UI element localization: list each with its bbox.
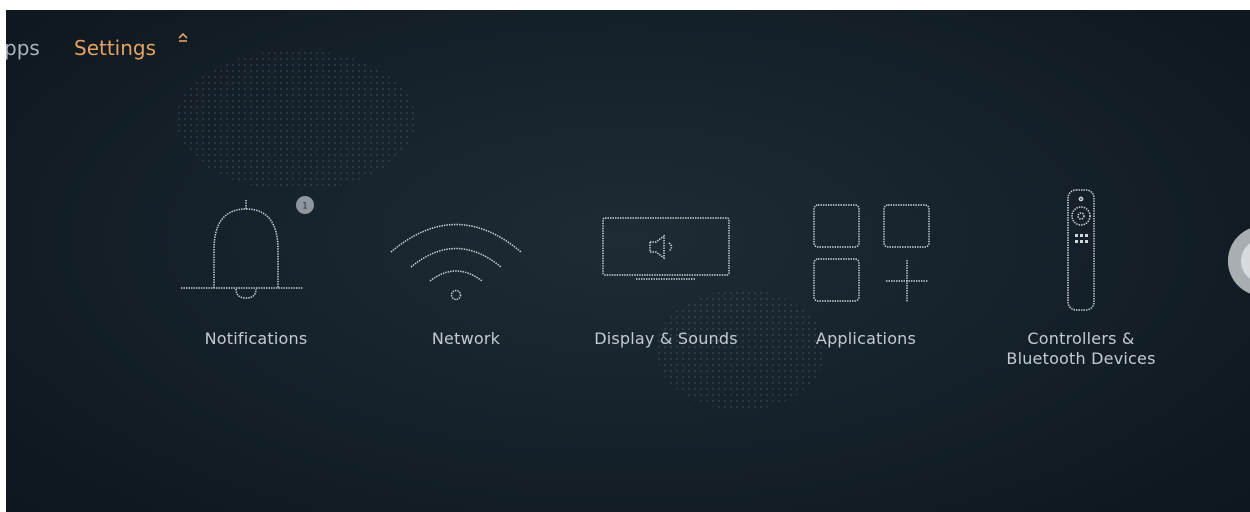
notification-caret-icon [178,32,188,42]
tile-label: Display & Sounds [594,329,738,348]
partially-visible-settings-tile[interactable] [1228,226,1250,296]
nav-item-settings[interactable]: Settings [74,36,156,60]
tile-controllers-bluetooth[interactable]: Controllers & Bluetooth Devices [981,185,1181,385]
fire-tv-settings-screen: pps Settings 1 Notifications Network Dis… [6,10,1250,512]
tile-notifications[interactable]: 1 Notifications [156,185,356,385]
bell-icon: 1 [181,196,314,299]
tile-label: Applications [815,329,917,348]
remote-icon [1067,189,1095,311]
background-dot-pattern [176,50,416,190]
notification-badge-count: 1 [302,202,308,212]
wifi-icon [390,223,522,301]
tile-label: Controllers & Bluetooth Devices [1006,329,1156,368]
tile-label: Network [431,329,501,348]
display-speaker-icon [602,217,730,280]
nav-item-apps[interactable]: pps [6,36,40,60]
tile-display-sounds[interactable]: Display & Sounds [566,185,766,385]
tile-network[interactable]: Network [366,185,566,385]
tile-applications[interactable]: Applications [766,185,966,385]
apps-grid-icon [813,204,930,302]
tile-label: Notifications [204,329,308,348]
